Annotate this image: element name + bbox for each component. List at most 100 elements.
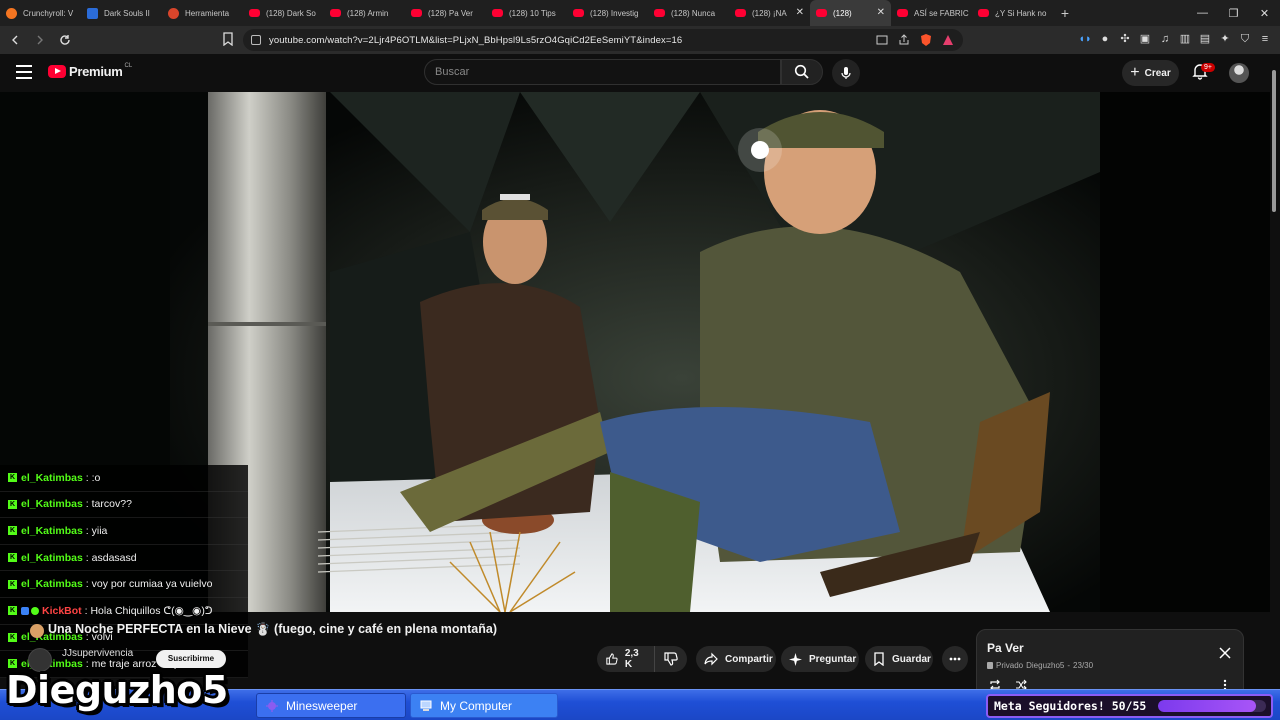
youtube-icon [330,9,341,17]
hamburger-menu-icon[interactable] [16,65,32,79]
search-input[interactable]: Buscar [424,59,781,85]
edge-icon [87,7,98,19]
bot-badge-icon [21,606,29,615]
browser-tab[interactable]: (128) Pa Ver [405,0,486,26]
close-playlist-icon[interactable] [1219,646,1231,659]
close-tab-icon[interactable]: ✕ [796,7,804,18]
follower-goal-label: Meta Seguidores! 50/55 [994,699,1147,713]
site-settings-icon[interactable] [251,35,261,45]
extension-cookie-icon[interactable]: ● [1098,32,1112,46]
browser-tab[interactable]: (128) Armin [324,0,405,26]
share-page-icon[interactable] [897,33,911,47]
maximize-icon[interactable]: ❐ [1218,0,1249,26]
more-actions-button[interactable] [942,646,968,672]
follower-goal-widget: Meta Seguidores! 50/55 [986,694,1273,718]
kick-icon: K [8,632,17,642]
ask-button[interactable]: Preguntar [781,646,859,672]
tool-icon [168,7,179,19]
bookmark-icon[interactable] [222,32,234,51]
browser-tab[interactable]: Dark Souls II [81,0,162,26]
streamer-name-overlay: Dieguzho5 [6,668,228,712]
close-window-icon[interactable]: ✕ [1249,0,1280,26]
tab-label: (128) 10 Tips [509,8,556,18]
create-button[interactable]: + Crear [1122,60,1179,86]
chat-username[interactable]: el_Katimbas [21,578,83,590]
audio-icon[interactable]: ◖◗ [1078,32,1092,46]
wallet-icon[interactable]: ▤ [1198,32,1212,46]
search-button[interactable] [781,59,823,85]
chat-username[interactable]: el_Katimbas [21,552,83,564]
vpn-icon[interactable]: ⛉ [1238,32,1252,46]
chat-username[interactable]: el_Katimbas [21,498,83,510]
back-icon[interactable] [5,30,25,50]
account-avatar[interactable] [1229,63,1249,83]
address-bar-row: youtube.com/watch?v=2Ljr4P6OTLM&list=PLj… [0,26,1280,54]
tab-label: ASÍ se FABRIC [914,8,969,18]
browser-tab[interactable]: Crunchyroll: V [0,0,81,26]
youtube-logo[interactable]: Premium CL [48,63,132,79]
sparkle-icon [789,652,802,666]
youtube-icon [897,9,908,17]
chat-username[interactable]: el_Katimbas [21,472,83,484]
taskbar-item-label: My Computer [440,698,513,713]
reload-icon[interactable] [55,30,75,50]
subscribe-button[interactable]: Suscribirme [156,650,226,668]
window-controls: — ❐ ✕ [1187,0,1280,26]
close-tab-icon[interactable]: ✕ [877,7,885,18]
forward-icon[interactable] [30,30,50,50]
logo-wordmark: Premium [69,64,123,79]
scrollbar-thumb[interactable] [1272,70,1276,212]
youtube-icon [249,9,260,17]
youtube-icon [411,9,422,17]
browser-tab[interactable]: ASÍ se FABRIC [891,0,972,26]
browser-tab[interactable]: (128) Nunca [648,0,729,26]
kick-icon: K [8,526,17,536]
chat-text: voy por cumiaa ya vuielvo [91,578,213,591]
brave-rewards-icon[interactable] [941,33,955,47]
browser-tab[interactable]: (128) 10 Tips [486,0,567,26]
plus-icon: + [1130,64,1140,81]
browser-tab[interactable]: (128) Dark So [243,0,324,26]
title-emoji-avatar [30,624,44,638]
taskbar-item-my-computer[interactable]: My Computer [410,693,558,718]
browser-menu-icon[interactable]: ≡ [1258,32,1272,46]
chat-text: Hola Chiquillos ᕦ(◉‿◉)ᕤ [90,604,213,617]
leo-icon[interactable]: ✦ [1218,32,1232,46]
brave-shield-icon[interactable] [919,33,933,47]
playlist-title[interactable]: Pa Ver [987,641,1024,655]
browser-tab[interactable]: Herramienta [162,0,243,26]
voice-search-button[interactable] [832,59,860,87]
kick-icon: K [8,499,17,509]
screenshot-icon[interactable]: ▣ [1138,32,1152,46]
save-label: Guardar [892,653,931,665]
youtube-icon [816,9,827,17]
channel-name[interactable]: JJsupervivencia [62,648,133,659]
chat-username[interactable]: el_Katimbas [21,525,83,537]
search-icon [794,64,809,79]
share-button[interactable]: Compartir [696,646,776,672]
cast-icon[interactable] [875,33,889,47]
taskbar-item-minesweeper[interactable]: Minesweeper [256,693,406,718]
browser-tab[interactable]: (128) ¡NA ✕ [729,0,810,26]
chat-message: Kel_Katimbas : voy por cumiaa ya vuielvo [0,571,248,598]
chat-separator: : [82,471,92,484]
music-icon[interactable]: ♫ [1158,32,1172,46]
dislike-button[interactable] [655,652,687,666]
microphone-icon [841,67,851,79]
browser-tab[interactable]: (128) Investig [567,0,648,26]
chat-message: Kel_Katimbas : :o [0,465,248,492]
lock-icon [987,662,993,669]
chat-username[interactable]: KickBot [42,605,82,617]
browser-tab[interactable]: (128) ✕ [810,0,891,26]
sidebar-icon[interactable]: ▥ [1178,32,1192,46]
minimize-icon[interactable]: — [1187,0,1218,26]
save-button[interactable]: Guardar [865,646,933,672]
like-button[interactable]: 2,3 K [597,646,655,672]
omnibox-actions [875,33,955,47]
address-bar[interactable]: youtube.com/watch?v=2Ljr4P6OTLM&list=PLj… [243,29,963,51]
page-scrollbar[interactable] [1270,60,1278,690]
browser-tab[interactable]: ¿Y Si Hank no [972,0,1053,26]
new-tab-button[interactable]: + [1053,5,1077,21]
puzzle-icon[interactable]: ✣ [1118,32,1132,46]
playlist-owner[interactable]: Dieguzho5 [1026,661,1064,670]
